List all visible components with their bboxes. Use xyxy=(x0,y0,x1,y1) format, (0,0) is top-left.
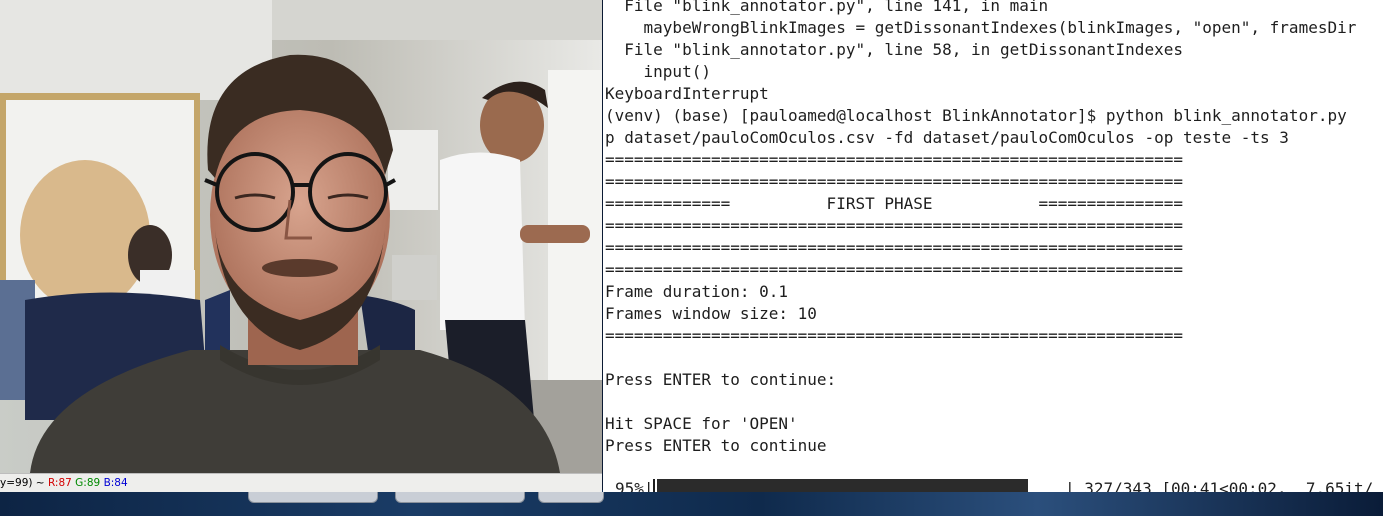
terminal-line: ========================================… xyxy=(605,238,1183,257)
terminal-line: ========================================… xyxy=(605,172,1183,191)
terminal-line: File "blink_annotator.py", line 141, in … xyxy=(605,0,1049,15)
terminal-line: Hit SPACE for 'OPEN' xyxy=(605,414,798,433)
terminal-line: ========================================… xyxy=(605,150,1183,169)
tqdm-progress-line: 95%| | 327/343 [00:41<00:02, 7.65it/ xyxy=(603,478,1383,492)
terminal-line: Frame duration: 0.1 xyxy=(605,282,789,301)
progress-bar xyxy=(653,479,1047,492)
terminal-line: ========================================… xyxy=(605,326,1183,345)
status-blue-value: B:84 xyxy=(103,477,128,489)
progress-stats: | 327/343 [00:41<00:02, 7.65it/ xyxy=(1065,479,1374,492)
terminal-line: ============= FIRST PHASE ==============… xyxy=(605,194,1183,213)
terminal-window[interactable]: 95%| | 327/343 [00:41<00:02, 7.65it/ Fil… xyxy=(603,0,1383,492)
terminal-line: Press ENTER to continue: xyxy=(605,370,837,389)
taskbar-item[interactable] xyxy=(395,492,525,503)
image-viewer-window: y=99) ~ R:87 G:89 B:84 xyxy=(0,0,602,492)
terminal-line: Frames window size: 10 xyxy=(605,304,817,323)
status-coordinates: y=99) ~ xyxy=(0,477,48,489)
terminal-line: KeyboardInterrupt xyxy=(605,84,769,103)
terminal-line: ========================================… xyxy=(605,260,1183,279)
terminal-line: File "blink_annotator.py", line 58, in g… xyxy=(605,40,1183,59)
status-green-value: G:89 xyxy=(75,477,101,489)
taskbar-item[interactable] xyxy=(248,492,378,503)
status-red-value: R:87 xyxy=(47,477,72,489)
viewer-statusbar: y=99) ~ R:87 G:89 B:84 xyxy=(0,473,602,492)
terminal-line: Press ENTER to continue xyxy=(605,436,827,455)
terminal-line: (venv) (base) [pauloamed@localhost Blink… xyxy=(605,106,1347,125)
taskbar-item[interactable] xyxy=(538,492,604,503)
terminal-line: p dataset/pauloComOculos.csv -fd dataset… xyxy=(605,128,1289,147)
terminal-line: maybeWrongBlinkImages = getDissonantInde… xyxy=(605,18,1357,37)
webcam-frame-image xyxy=(0,0,602,473)
progress-percent: 95%| xyxy=(615,479,654,492)
desktop-wallpaper xyxy=(0,490,1383,516)
terminal-line: input() xyxy=(605,62,711,81)
progress-bar-fill xyxy=(657,479,1028,492)
terminal-line: ========================================… xyxy=(605,216,1183,235)
